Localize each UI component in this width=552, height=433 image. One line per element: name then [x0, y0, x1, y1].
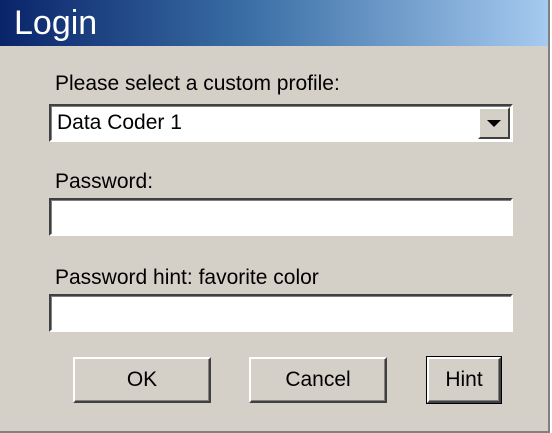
hint-button[interactable]: Hint: [426, 356, 502, 404]
ok-button[interactable]: OK: [73, 357, 211, 403]
password-field[interactable]: [49, 198, 513, 236]
chevron-down-icon: [487, 120, 501, 127]
hint-label: Password hint: favorite color: [55, 266, 319, 289]
profile-select-value: Data Coder 1: [57, 111, 182, 134]
password-label: Password:: [55, 170, 154, 193]
profile-label: Please select a custom profile:: [55, 72, 340, 95]
profile-dropdown-button[interactable]: [478, 107, 510, 139]
window-title: Login: [14, 4, 98, 42]
hint-field[interactable]: [49, 294, 513, 332]
cancel-button[interactable]: Cancel: [249, 357, 387, 403]
profile-select[interactable]: Data Coder 1: [49, 104, 513, 142]
login-dialog: Login Please select a custom profile: Da…: [0, 0, 550, 433]
title-bar[interactable]: Login: [0, 0, 548, 46]
